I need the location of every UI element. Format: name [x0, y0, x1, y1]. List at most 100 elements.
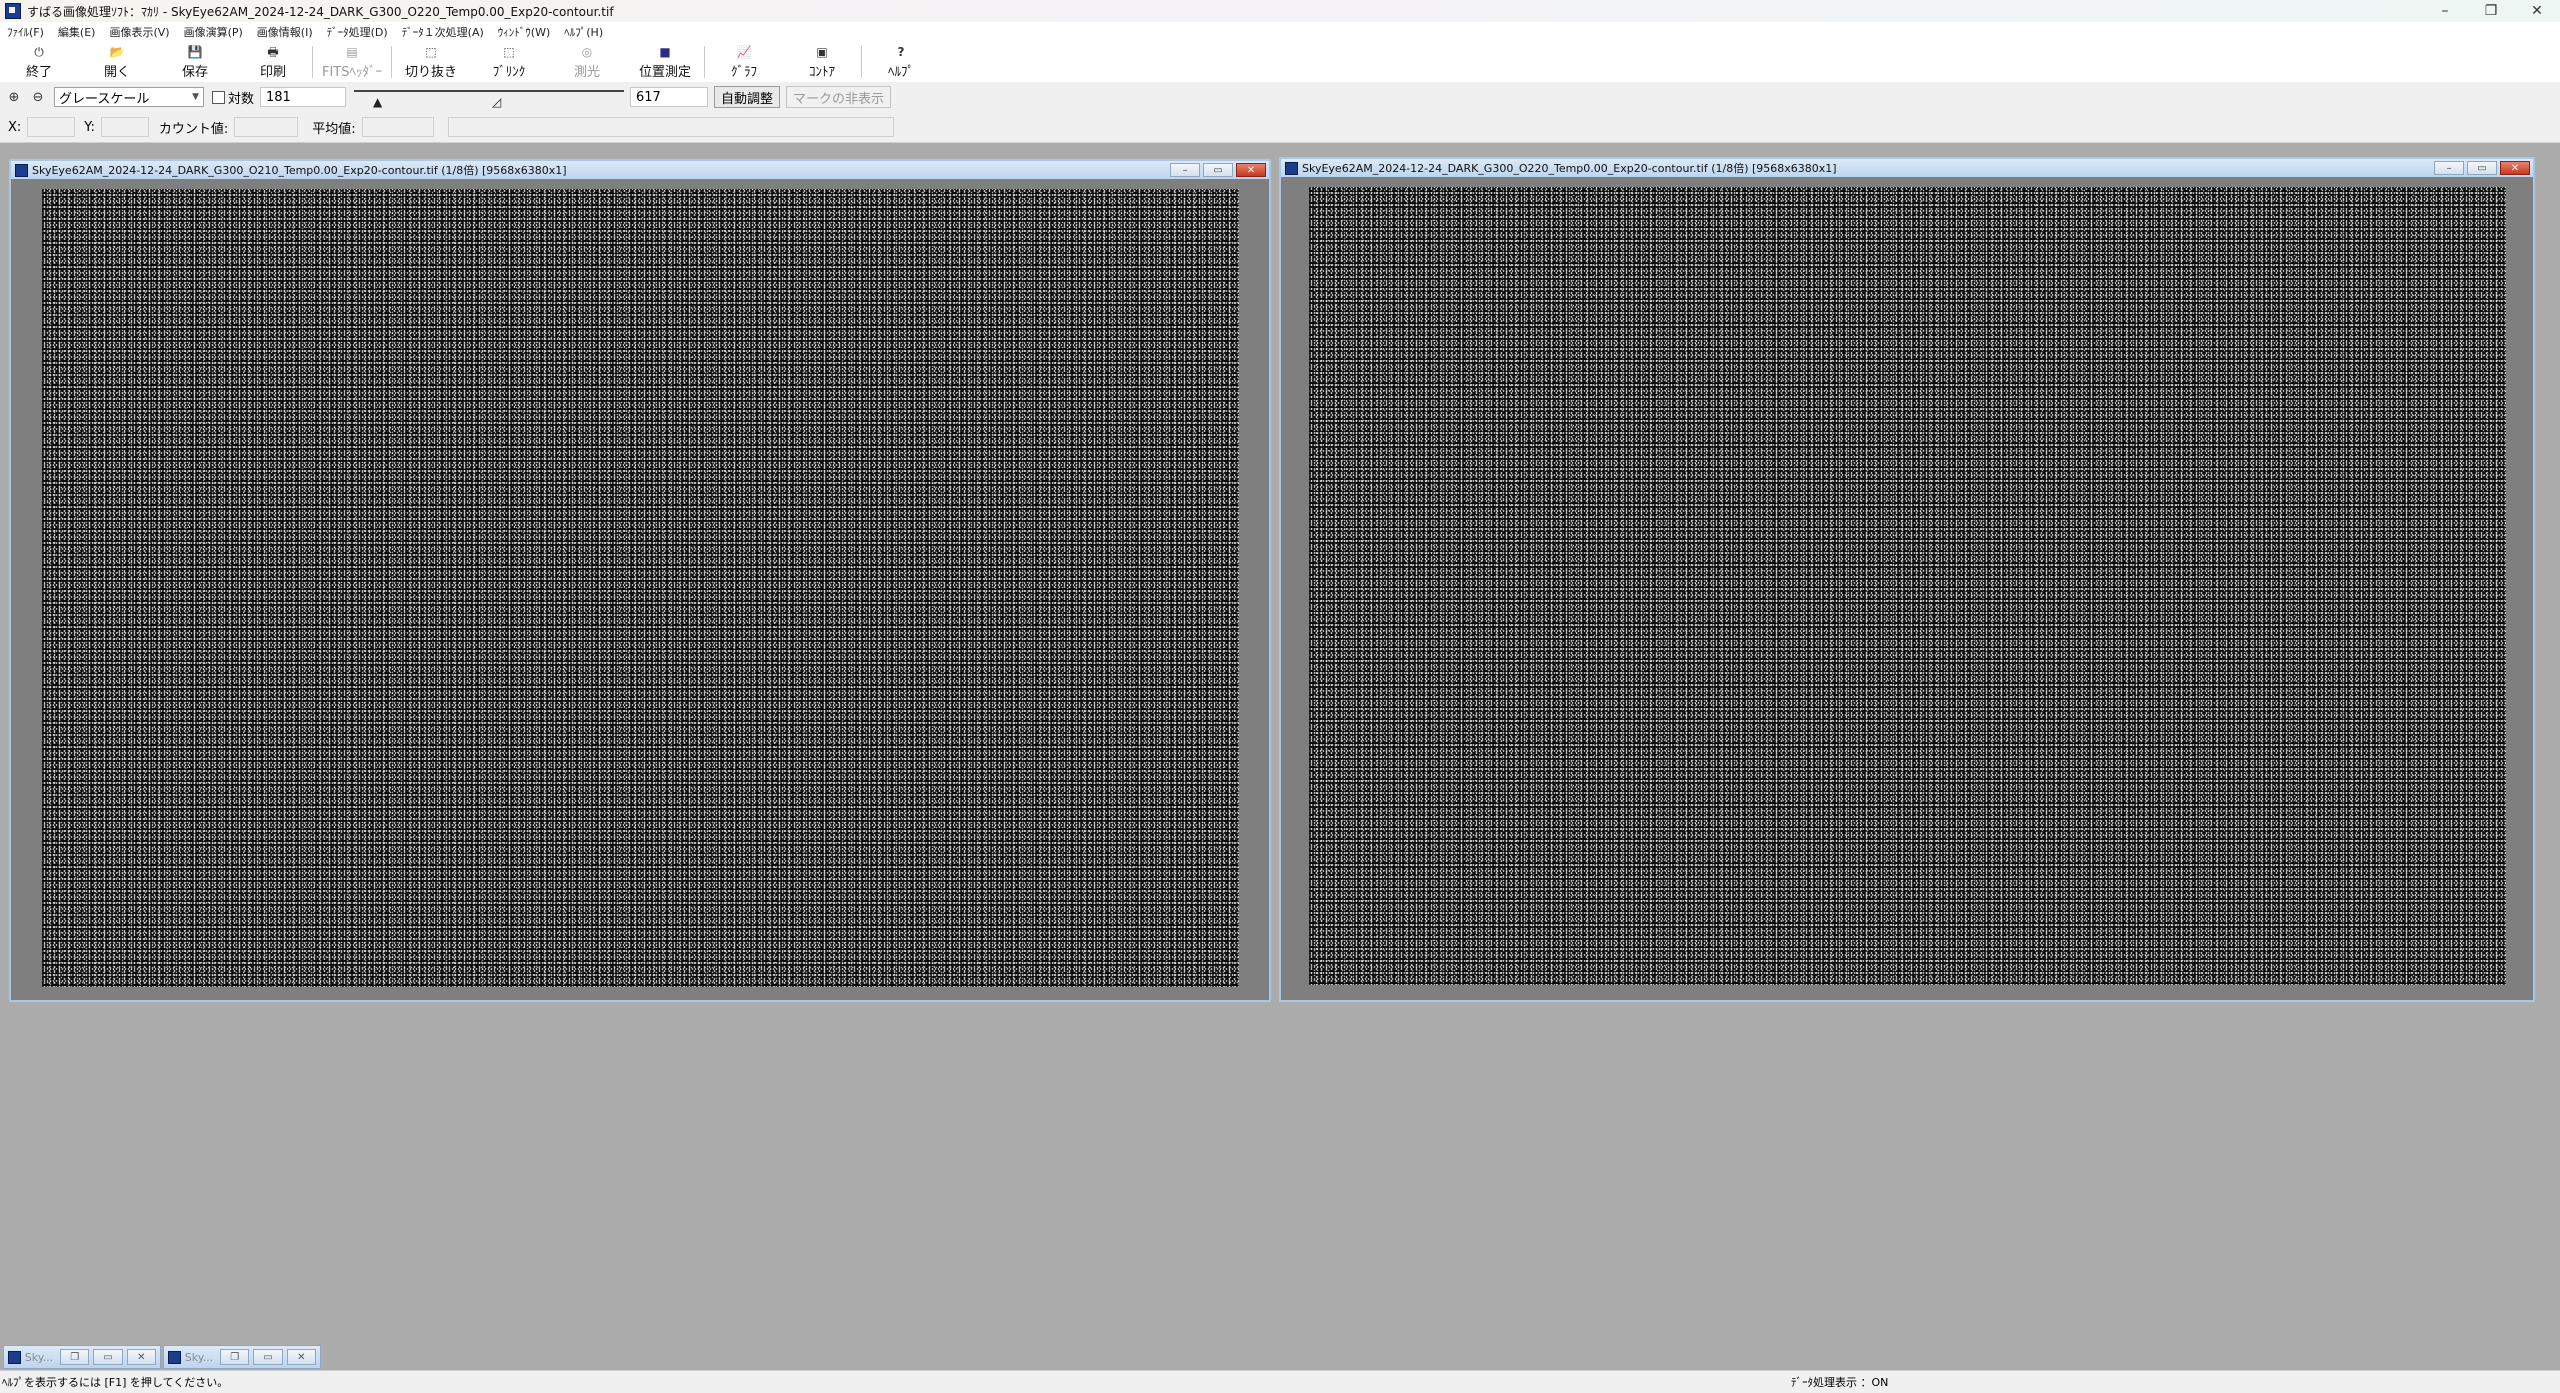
slider-min-thumb[interactable]: ▲ [373, 95, 382, 109]
status-data-mode: ﾃﾞｰﾀ処理表示 ：ON [1791, 1376, 1889, 1389]
window-title: すばる画像処理ｿﾌﾄ：ﾏｶﾘ - SkyEye62AM_2024-12-24_D… [27, 4, 614, 19]
header-icon: ▤ [346, 44, 358, 59]
close-button[interactable]: ✕ [126, 1349, 156, 1365]
help-button[interactable]: ? ﾍﾙﾌﾟ [862, 42, 940, 82]
image-window-1-title: SkyEye62AM_2024-12-24_DARK_G300_O210_Tem… [32, 164, 567, 177]
mean-value-field [361, 117, 434, 137]
info-field [447, 117, 894, 137]
exit-button[interactable]: ⏻ 終了 [0, 42, 78, 82]
power-icon: ⏻ [34, 44, 44, 59]
open-label: 開く [103, 64, 130, 80]
minimize-button[interactable]: – [2434, 161, 2464, 175]
scale-mode-select[interactable]: グレースケール ▼ [54, 87, 204, 107]
chevron-down-icon: ▼ [192, 92, 199, 102]
checkbox-box[interactable] [212, 90, 225, 104]
minimized-window-1-title: Sky... [24, 1350, 54, 1364]
contour-label: ｺﾝﾄｱ [809, 64, 835, 80]
photometry-icon: ◎ [581, 44, 593, 59]
image-window-2[interactable]: SkyEye62AM_2024-12-24_DARK_G300_O220_Tem… [1279, 157, 2535, 1002]
status-bar: ﾍﾙﾌﾟを表示するには [F1] を押してください。 ﾃﾞｰﾀ処理表示 ：ON [0, 1370, 2560, 1393]
image-window-2-controls: – ▭ ✕ [2431, 161, 2530, 175]
minimized-window-1[interactable]: Sky... ❐ ▭ ✕ [3, 1345, 161, 1369]
slider-track [354, 90, 625, 92]
maximize-button[interactable]: ▭ [1203, 163, 1233, 177]
save-button[interactable]: 💾 保存 [156, 42, 234, 82]
close-button[interactable]: ✕ [1236, 163, 1266, 177]
dark-frame-image[interactable] [1309, 187, 2506, 985]
main-toolbar: ⏻ 終了 📂 開く 💾 保存 🖶 印刷 ▤ FITSﾍｯﾀﾞｰ ⬚ 切り抜き ⬚… [0, 42, 2560, 83]
save-label: 保存 [181, 64, 208, 80]
minimize-button[interactable]: – [2422, 0, 2468, 22]
menu-data-primary[interactable]: ﾃﾞｰﾀ１次処理(A) [402, 24, 484, 40]
restore-button[interactable]: ❐ [2468, 0, 2514, 22]
max-value-input[interactable]: 617 [630, 87, 709, 107]
blink-label: ﾌﾞﾘﾝｸ [492, 64, 526, 80]
image-window-2-titlebar[interactable]: SkyEye62AM_2024-12-24_DARK_G300_O220_Tem… [1281, 159, 2533, 177]
restore-button[interactable]: ❐ [60, 1349, 90, 1365]
document-icon [1285, 161, 1298, 175]
slider-max-thumb[interactable]: ◿ [492, 95, 501, 109]
floppy-icon: 💾 [187, 44, 203, 59]
menu-data-processing[interactable]: ﾃﾞｰﾀ処理(D) [327, 24, 388, 40]
print-button[interactable]: 🖶 印刷 [234, 42, 312, 82]
x-label: X: [8, 119, 22, 135]
menu-window[interactable]: ｳｨﾝﾄﾞｳ(W) [498, 24, 550, 40]
menu-image-ops[interactable]: 画像演算(P) [184, 24, 243, 40]
x-value-field [27, 117, 76, 137]
photometry-button[interactable]: ◎ 測光 [548, 42, 626, 82]
fits-header-button[interactable]: ▤ FITSﾍｯﾀﾞｰ [313, 42, 391, 82]
document-icon [8, 1350, 21, 1364]
zoom-in-icon[interactable]: ⊕ [4, 87, 24, 107]
menu-image-info[interactable]: 画像情報(I) [257, 24, 313, 40]
astrometry-icon: ■ [659, 44, 671, 59]
menu-file[interactable]: ﾌｧｲﾙ(F) [7, 24, 44, 40]
window-controls: – ❐ ✕ [2422, 0, 2560, 22]
close-button[interactable]: ✕ [286, 1349, 316, 1365]
minimized-window-2[interactable]: Sky... ❐ ▭ ✕ [163, 1345, 321, 1369]
log-label: 対数 [228, 91, 255, 107]
image-window-1[interactable]: SkyEye62AM_2024-12-24_DARK_G300_O210_Tem… [9, 159, 1271, 1002]
exit-label: 終了 [25, 64, 52, 80]
maximize-button[interactable]: ▭ [253, 1349, 283, 1365]
minimize-button[interactable]: – [1170, 163, 1200, 177]
menu-view[interactable]: 画像表示(V) [109, 24, 169, 40]
crop-button[interactable]: ⬚ 切り抜き [392, 42, 470, 82]
restore-button[interactable]: ❐ [220, 1349, 250, 1365]
image-window-1-titlebar[interactable]: SkyEye62AM_2024-12-24_DARK_G300_O210_Tem… [11, 161, 1269, 179]
fits-header-label: FITSﾍｯﾀﾞｰ [321, 64, 382, 80]
printer-icon: 🖶 [267, 44, 279, 59]
y-label: Y: [84, 119, 95, 135]
level-slider[interactable]: ▲ ◿ [354, 85, 625, 109]
photometry-label: 測光 [573, 64, 600, 80]
menu-bar: ﾌｧｲﾙ(F) 編集(E) 画像表示(V) 画像演算(P) 画像情報(I) ﾃﾞ… [0, 22, 2560, 43]
status-help-text: ﾍﾙﾌﾟを表示するには [F1] を押してください。 [2, 1376, 229, 1389]
astrometry-button[interactable]: ■ 位置測定 [626, 42, 704, 82]
dark-frame-image[interactable] [42, 189, 1239, 987]
close-button[interactable]: ✕ [2514, 0, 2560, 22]
blink-button[interactable]: ⬚ ﾌﾞﾘﾝｸ [470, 42, 548, 82]
maximize-button[interactable]: ▭ [2467, 161, 2497, 175]
menu-edit[interactable]: 編集(E) [58, 24, 96, 40]
open-button[interactable]: 📂 開く [78, 42, 156, 82]
graph-label: ｸﾞﾗﾌ [731, 64, 757, 80]
auto-adjust-button[interactable]: 自動調整 [714, 86, 781, 108]
y-value-field [100, 117, 149, 137]
crop-label: 切り抜き [404, 64, 457, 80]
document-icon [168, 1350, 181, 1364]
title-bar: すばる画像処理ｿﾌﾄ：ﾏｶﾘ - SkyEye62AM_2024-12-24_D… [0, 0, 2560, 22]
contour-button[interactable]: ▣ ｺﾝﾄｱ [783, 42, 861, 82]
count-value-field [234, 117, 299, 137]
crop-icon: ⬚ [425, 44, 437, 59]
scale-mode-value: グレースケール [59, 91, 150, 107]
app-icon[interactable] [5, 3, 21, 19]
graph-button[interactable]: 📈 ｸﾞﾗﾌ [705, 42, 783, 82]
astrometry-label: 位置測定 [638, 64, 691, 80]
menu-help[interactable]: ﾍﾙﾌﾟ(H) [564, 24, 603, 40]
maximize-button[interactable]: ▭ [93, 1349, 123, 1365]
zoom-out-icon[interactable]: ⊖ [28, 87, 48, 107]
close-button[interactable]: ✕ [2500, 161, 2530, 175]
hide-marks-button[interactable]: マークの非表示 [786, 86, 892, 108]
log-checkbox[interactable]: 対数 [212, 88, 254, 107]
image-window-2-client [1281, 177, 2533, 1000]
min-value-input[interactable]: 181 [260, 87, 347, 107]
